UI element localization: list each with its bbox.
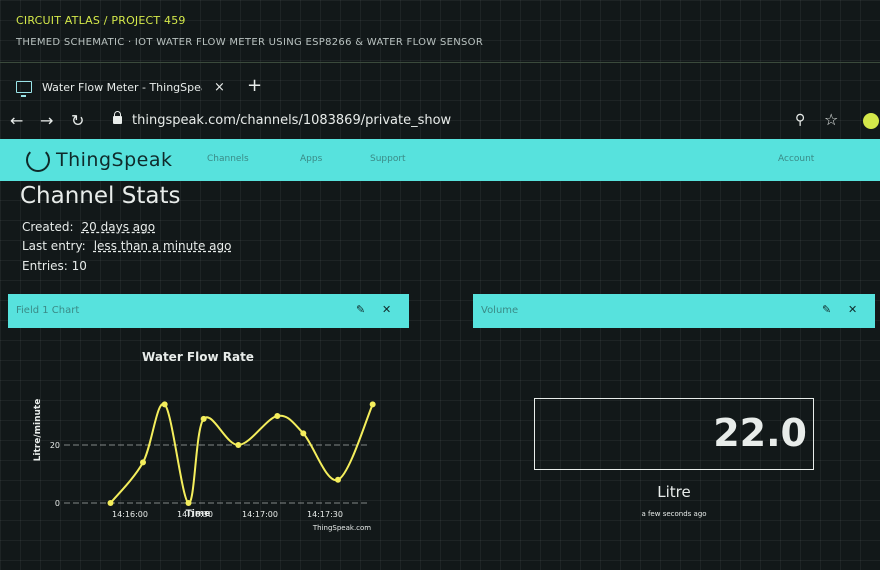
zoom-icon[interactable]: ⚲ [795,112,805,128]
volume-updated: a few seconds ago [641,510,707,518]
created-stat: Created: 20 days ago [22,220,155,234]
close-chart-icon[interactable]: ✕ [382,303,391,316]
project-brand: CIRCUIT ATLAS / PROJECT 459 [16,14,186,27]
data-point-5[interactable] [235,442,242,448]
reload-icon[interactable]: ↻ [71,111,84,130]
close-tab-icon[interactable]: × [214,80,225,95]
thingspeak-navbar: ThingSpeak Channels Apps Support Account [0,139,880,181]
volume-value: 22.0 [713,411,807,455]
edit-chart-icon[interactable]: ✎ [356,303,365,316]
x-tick-label: 14:16:00 [112,510,148,519]
x-tick-label: 14:17:30 [307,510,343,519]
x-tick-label: 14:16:30 [177,510,213,519]
data-point-9[interactable] [369,401,376,408]
data-point-3[interactable] [185,500,192,506]
data-point-8[interactable] [335,476,341,483]
monitor-icon [16,81,32,97]
data-point-1[interactable] [140,459,146,466]
x-tick-label: 14:17:00 [242,510,278,519]
water-flow-chart: Water Flow Rate Time Litre/minute ThingS… [33,350,376,532]
new-tab-icon[interactable]: + [247,75,262,96]
url-field[interactable]: thingspeak.com/channels/1083869/private_… [132,113,451,128]
y-tick-label: 20 [50,441,60,450]
last-entry-label: Last entry: [22,239,86,253]
last-entry-value: less than a minute ago [93,239,232,253]
nav-apps[interactable]: Apps [300,154,322,164]
created-value: 20 days ago [81,220,156,234]
data-point-2[interactable] [161,401,168,408]
project-subtitle: THEMED SCHEMATIC · IOT WATER FLOW METER … [16,37,484,48]
entries-value: 10 [71,259,87,273]
chart-credit: ThingSpeak.com [312,524,371,532]
tab-title: Water Flow Meter - ThingSpeak [42,80,202,94]
chart-widget-header: Field 1 Chart ✎ ✕ [8,294,409,328]
edit-volume-icon[interactable]: ✎ [822,303,831,316]
volume-unit: Litre [657,483,691,501]
chart-widget-title: Field 1 Chart [16,305,80,316]
nav-account[interactable]: Account [778,154,814,164]
thingspeak-logo-icon [26,148,50,172]
last-entry-stat: Last entry: less than a minute ago [22,239,231,253]
data-point-7[interactable] [300,430,307,437]
chart-ylabel: Litre/minute [33,399,43,462]
lock-icon [113,111,122,124]
entries-label: Entries: [22,259,68,273]
browser-tab[interactable]: Water Flow Meter - ThingSpeak × [8,71,232,103]
nav-support[interactable]: Support [370,154,406,164]
data-point-6[interactable] [274,413,281,419]
channel-content: Channel Stats Created: 20 days ago Last e… [0,181,880,570]
y-tick-label: 0 [55,499,60,508]
entries-stat: Entries: 10 [22,259,87,273]
nav-channels[interactable]: Channels [207,154,249,164]
back-icon[interactable]: ← [10,111,23,130]
series-line [109,403,374,505]
volume-widget-header: Volume ✎ ✕ [473,294,875,328]
forward-icon[interactable]: → [40,111,53,130]
data-point-0[interactable] [107,500,114,506]
volume-display: 22.0 [534,398,814,470]
data-point-4[interactable] [200,415,207,422]
created-label: Created: [22,220,74,234]
volume-widget-title: Volume [481,305,519,316]
project-header: CIRCUIT ATLAS / PROJECT 459 THEMED SCHEM… [0,0,880,63]
close-volume-icon[interactable]: ✕ [848,303,857,316]
browser-tab-bar: Water Flow Meter - ThingSpeak × + [0,63,880,107]
logo-text: ThingSpeak [56,149,173,171]
page-title: Channel Stats [20,183,181,209]
thingspeak-logo[interactable]: ThingSpeak [26,148,173,172]
bookmark-star-icon[interactable]: ☆ [824,110,838,129]
extension-icon[interactable] [863,113,879,129]
chart-title: Water Flow Rate [142,350,254,364]
address-bar: ← → ↻ thingspeak.com/channels/1083869/pr… [0,107,880,137]
